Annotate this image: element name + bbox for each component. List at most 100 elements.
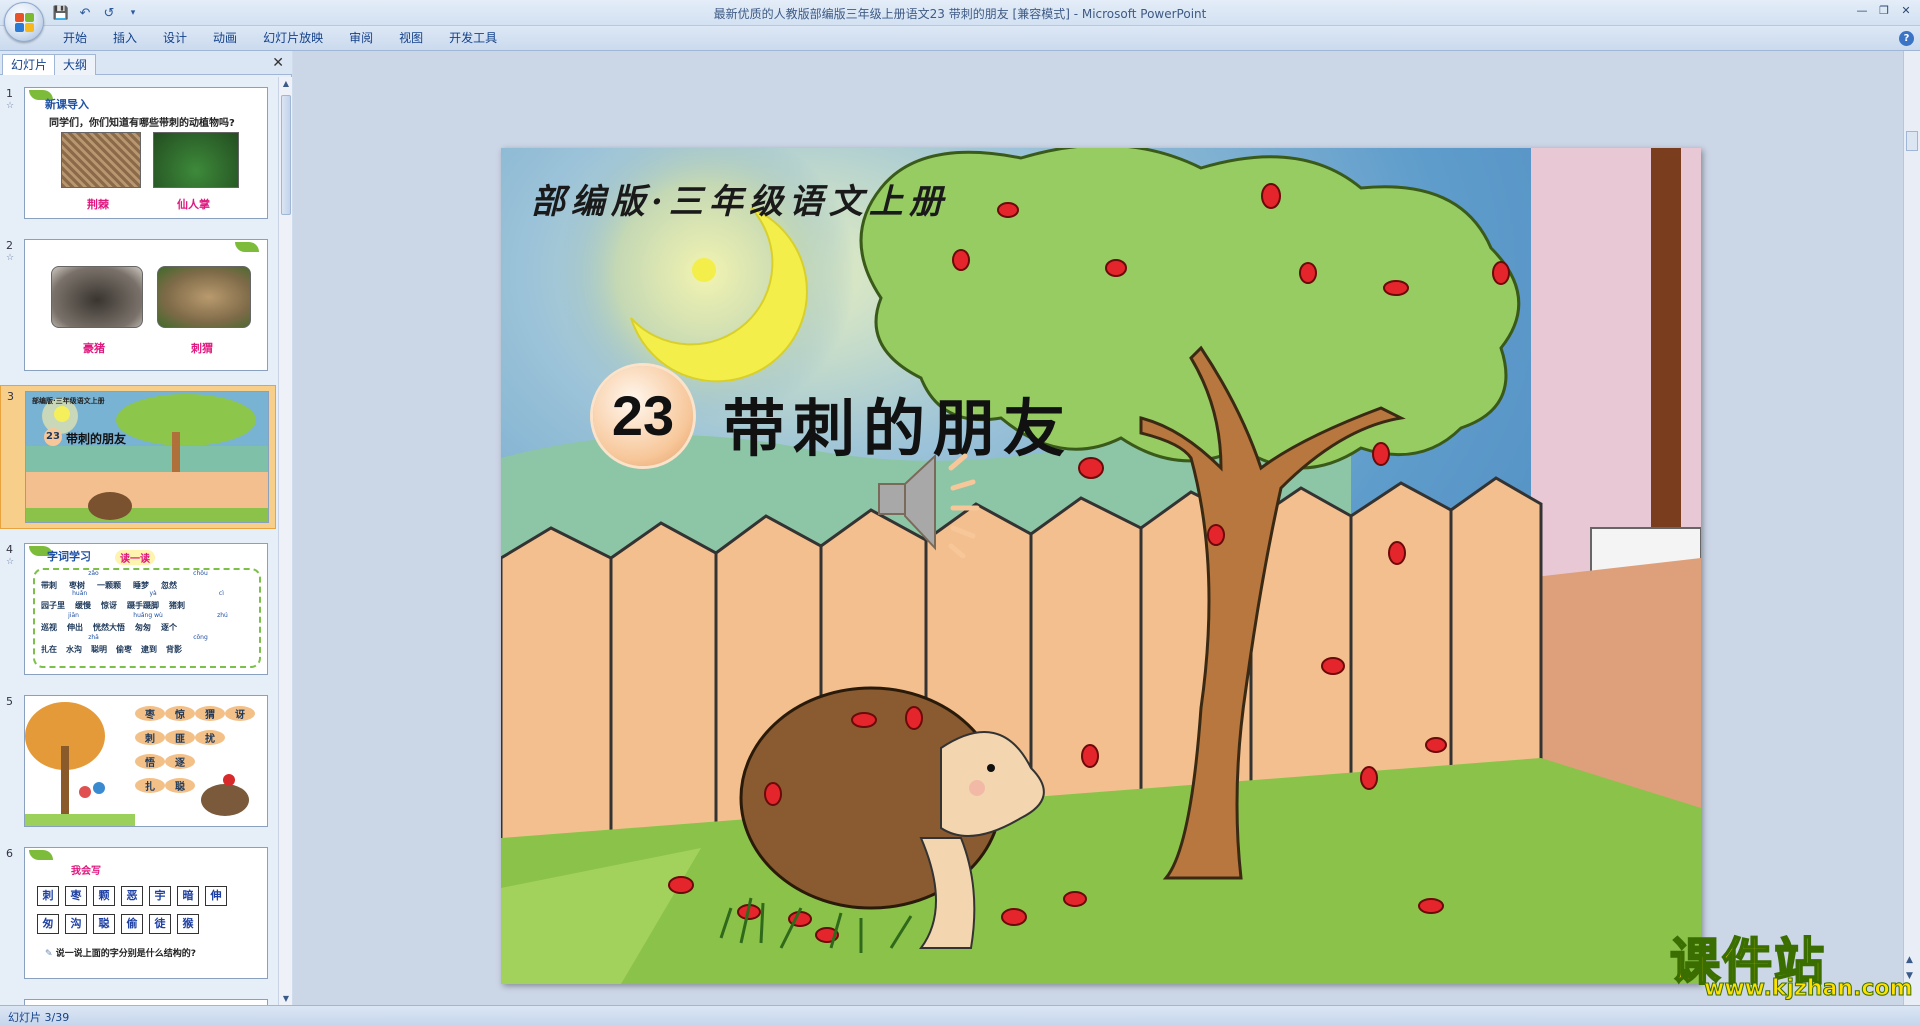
word: 巡视	[41, 623, 57, 632]
thumb-scene	[26, 392, 268, 522]
word: 伸出	[67, 623, 83, 632]
scroll-down-icon[interactable]: ▼	[281, 994, 291, 1003]
word: 逮到	[141, 645, 157, 654]
thumb-question: ✎ 说一说上面的字分别是什么结构的?	[45, 946, 196, 959]
leaf-decoration-icon	[235, 242, 259, 252]
scroll-thumb[interactable]	[1906, 131, 1918, 151]
tab-view[interactable]: 视图	[386, 30, 436, 46]
office-button[interactable]	[4, 2, 44, 42]
thumb-heading: 字词学习	[47, 550, 91, 563]
window-title: 最新优质的人教版部编版三年级上册语文23 带刺的朋友 [兼容模式] - Micr…	[713, 7, 1207, 21]
scroll-up-icon[interactable]: ▲	[281, 79, 291, 88]
slide-number: 6	[6, 847, 13, 860]
char-grid: 枣 惊 猬 讶 刺 匪 扰 悟 逐 扎 聪	[135, 706, 265, 793]
char-card: 扰	[195, 730, 225, 745]
current-slide[interactable]: 部编版·三年级语文上册 23 带刺的朋友	[501, 148, 1701, 984]
char-box: 沟	[65, 914, 87, 934]
slide-thumbnail-2[interactable]: 2 ☆ 豪猪 刺猬	[0, 235, 276, 375]
slide-number: 5	[6, 695, 13, 708]
pane-tab-bar: 幻灯片 大纲 ✕	[0, 51, 292, 75]
thumbnail-canvas: 部编版·三年级语文上册 23 带刺的朋友	[25, 391, 269, 523]
word: 偷枣	[116, 645, 132, 654]
slide-number: 4	[6, 543, 13, 556]
tab-developer[interactable]: 开发工具	[436, 30, 510, 46]
word: 惊讶	[101, 601, 117, 610]
pinyin: yà	[149, 590, 157, 597]
tab-outline[interactable]: 大纲	[54, 54, 97, 75]
word: 水沟	[66, 645, 82, 654]
transition-icon: ☆	[6, 253, 15, 263]
status-bar: 幻灯片 3/39	[0, 1005, 1920, 1025]
pinyin: huǎng wù	[133, 612, 163, 619]
slide-thumbnail-5[interactable]: 5 枣 惊 猬 讶 刺 匪 扰 悟 逐 扎 聪	[0, 691, 276, 831]
pinyin: zhú	[217, 612, 228, 619]
thumb-caption: 豪猪	[83, 342, 105, 355]
porcupine-image	[51, 266, 143, 328]
scroll-thumb[interactable]	[281, 95, 291, 215]
char-card: 惊	[165, 706, 195, 721]
tab-design[interactable]: 设计	[150, 30, 200, 46]
slide-thumbnail-list: 1 ☆ 新课导入 同学们，你们知道有哪些带刺的动植物吗? 荆棘 仙人掌 2 ☆ …	[0, 77, 276, 1005]
slide-thumbnail-3[interactable]: 3 部编版·三年级语文上册 23 带刺的朋友	[0, 385, 276, 529]
thumb-tag: 读一读	[115, 550, 155, 565]
lesson-number-badge: 23	[593, 366, 693, 466]
tab-review[interactable]: 审阅	[336, 30, 386, 46]
thumb-caption: 刺猬	[191, 342, 213, 355]
char-box: 恶	[121, 886, 143, 906]
close-pane-icon[interactable]: ✕	[272, 55, 284, 71]
close-icon[interactable]: ✕	[1896, 2, 1916, 18]
tab-slideshow[interactable]: 幻灯片放映	[250, 30, 336, 46]
slide-illustration	[501, 148, 1701, 984]
thumbnail-canvas: 枣 惊 猬 讶 刺 匪 扰 悟 逐 扎 聪	[24, 695, 268, 827]
tab-slides[interactable]: 幻灯片	[2, 54, 57, 75]
leaf-decoration-icon	[29, 850, 53, 860]
thumb-heading: 新课导入	[45, 98, 89, 111]
char-box: 伸	[205, 886, 227, 906]
minimize-icon[interactable]: —	[1852, 2, 1872, 18]
thumb-badge: 23	[44, 428, 62, 446]
word: 缓慢	[75, 601, 91, 610]
help-icon[interactable]: ?	[1899, 31, 1914, 46]
pinyin: zhā	[88, 634, 99, 641]
thumb-caption: 仙人掌	[177, 198, 210, 211]
tab-insert[interactable]: 插入	[100, 30, 150, 46]
transition-icon: ☆	[6, 101, 15, 111]
slide-thumbnail-6[interactable]: 6 我会写 刺 枣 颗 恶 宇 暗 伸 匆 沟 聪 偷 徒 猴 ✎ 说一说上面的…	[0, 843, 276, 983]
thumb-subtitle: 部编版·三年级语文上册	[32, 397, 105, 405]
char-box: 徒	[149, 914, 171, 934]
question-text: 说一说上面的字分别是什么结构的?	[55, 949, 196, 959]
char-box: 暗	[177, 886, 199, 906]
pinyin: zǎo	[88, 570, 99, 577]
char-card: 扎	[135, 778, 165, 793]
word: 聪明	[91, 645, 107, 654]
slide-thumbnail-1[interactable]: 1 ☆ 新课导入 同学们，你们知道有哪些带刺的动植物吗? 荆棘 仙人掌	[0, 83, 276, 223]
thumbnail-canvas: 新课导入 同学们，你们知道有哪些带刺的动植物吗? 荆棘 仙人掌	[24, 87, 268, 219]
editor-scrollbar[interactable]: ▲ ▼	[1903, 51, 1920, 1005]
char-card: 枣	[135, 706, 165, 721]
watermark-url: www.kjzhan.com	[1704, 976, 1914, 1002]
word: 扎在	[41, 645, 57, 654]
char-box: 刺	[37, 886, 59, 906]
watermark-logo: 课件站 www.kjzhan.com	[1669, 922, 1913, 1002]
char-box: 枣	[65, 886, 87, 906]
char-card: 刺	[135, 730, 165, 745]
pinyin: cì	[218, 590, 224, 597]
tab-animation[interactable]: 动画	[200, 30, 250, 46]
char-row: 刺 枣 颗 恶 宇 暗 伸	[37, 886, 227, 906]
thumbnail-canvas: 豪猪 刺猬	[24, 239, 268, 371]
thumbnail-canvas: 我会写 刺 枣 颗 恶 宇 暗 伸 匆 沟 聪 偷 徒 猴 ✎ 说一说上面的字分…	[24, 847, 268, 979]
tab-home[interactable]: 开始	[50, 30, 100, 46]
thumb-question: 同学们，你们知道有哪些带刺的动植物吗?	[49, 118, 235, 129]
word: 园子里	[41, 601, 65, 610]
slide-thumbnail-7[interactable]	[0, 995, 276, 1005]
speaker-icon[interactable]	[873, 448, 993, 558]
char-box: 猴	[177, 914, 199, 934]
thumbnails-scrollbar[interactable]: ▲ ▼	[278, 77, 292, 1005]
restore-icon[interactable]: ❐	[1874, 2, 1894, 18]
pinyin: huǎn	[72, 590, 88, 597]
prev-slide-icon[interactable]: ▲	[1906, 955, 1913, 965]
cactus-image	[153, 132, 239, 188]
pinyin: jiān	[68, 612, 79, 619]
slide-thumbnail-4[interactable]: 4 ☆ 字词学习 读一读 zǎo chǒu 带刺 枣树 一颗颗 睡梦 忽然 hu…	[0, 539, 276, 679]
char-box: 宇	[149, 886, 171, 906]
